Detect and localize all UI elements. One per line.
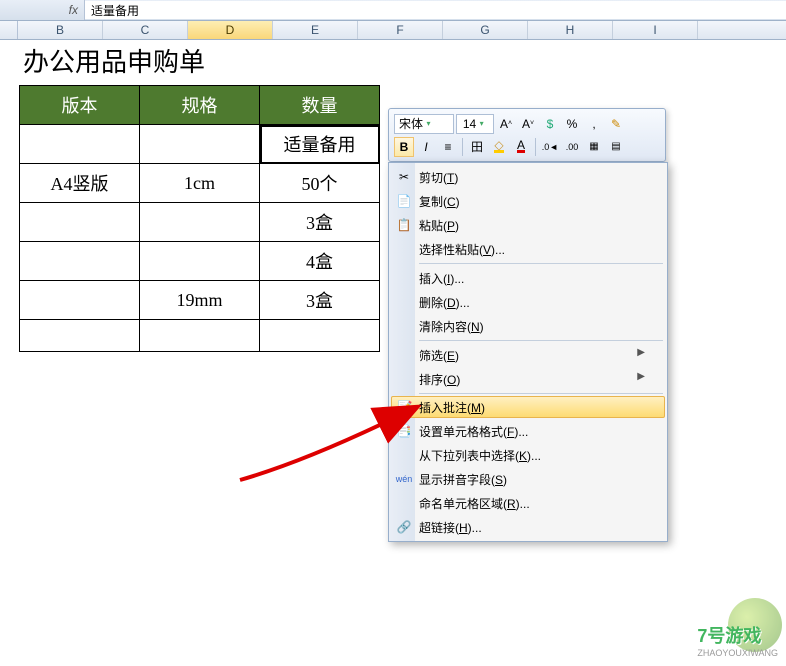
cell[interactable]: 4盒: [260, 242, 380, 281]
cell[interactable]: 3盒: [260, 203, 380, 242]
menu-插入[interactable]: 插入(I)...: [391, 266, 665, 290]
cell[interactable]: [20, 281, 140, 320]
blank-icon: [395, 494, 413, 512]
format-icon[interactable]: ▤: [606, 137, 626, 157]
worksheet-content: 办公用品申购单 版本 规格 数量 适量备用A4竖版1cm50个3盒4盒19mm3…: [19, 34, 380, 352]
menu-清除内容[interactable]: 清除内容(N): [391, 314, 665, 338]
blank-icon: [395, 317, 413, 335]
merge-icon[interactable]: ▦: [584, 137, 604, 157]
📝-icon: 📝: [396, 398, 414, 416]
📋-icon: 📋: [395, 216, 413, 234]
format-painter-icon[interactable]: ✎: [606, 114, 626, 134]
fill-color-icon[interactable]: ◇: [489, 137, 509, 157]
menu-复制[interactable]: 📄复制(C): [391, 189, 665, 213]
menu-命名单元格区域[interactable]: 命名单元格区域(R)...: [391, 491, 665, 515]
accounting-format-icon[interactable]: $: [540, 114, 560, 134]
comma-format-icon[interactable]: ,: [584, 114, 604, 134]
font-family-combo[interactable]: 宋体▾: [394, 114, 454, 134]
cell[interactable]: 3盒: [260, 281, 380, 320]
header-qty[interactable]: 数量: [260, 86, 380, 125]
border-icon[interactable]: 田: [467, 137, 487, 157]
shrink-font-icon[interactable]: A˅: [518, 114, 538, 134]
col-header-H[interactable]: H: [528, 21, 613, 39]
formula-bar: fx: [0, 0, 786, 21]
context-menu: ✂剪切(T)📄复制(C)📋粘贴(P)选择性粘贴(V)... 插入(I)...删除(…: [388, 162, 668, 542]
mini-toolbar: 宋体▾ 14▾ A˄ A˅ $ % , ✎ B I ≡ 田 ◇ A .0◄ .0…: [388, 108, 666, 162]
font-color-icon[interactable]: A: [511, 137, 531, 157]
grow-font-icon[interactable]: A˄: [496, 114, 516, 134]
menu-删除[interactable]: 删除(D)...: [391, 290, 665, 314]
menu-超链接[interactable]: 🔗超链接(H)...: [391, 515, 665, 539]
increase-decimal-icon[interactable]: .00: [562, 137, 582, 157]
cell[interactable]: [20, 320, 140, 352]
header-spec[interactable]: 规格: [140, 86, 260, 125]
menu-粘贴[interactable]: 📋粘贴(P): [391, 213, 665, 237]
cell[interactable]: 19mm: [140, 281, 260, 320]
cell[interactable]: [140, 320, 260, 352]
align-center-icon[interactable]: ≡: [438, 137, 458, 157]
cell[interactable]: [140, 203, 260, 242]
header-version[interactable]: 版本: [20, 86, 140, 125]
menu-剪切[interactable]: ✂剪切(T): [391, 165, 665, 189]
cell[interactable]: A4竖版: [20, 164, 140, 203]
col-header-I[interactable]: I: [613, 21, 698, 39]
blank-icon: [395, 240, 413, 258]
col-header-G[interactable]: G: [443, 21, 528, 39]
cell[interactable]: [20, 125, 140, 164]
menu-筛选[interactable]: 筛选(E)▶: [391, 343, 665, 367]
font-size-combo[interactable]: 14▾: [456, 114, 494, 134]
cell[interactable]: 适量备用: [260, 125, 380, 164]
cell[interactable]: 50个: [260, 164, 380, 203]
sheet-title: 办公用品申购单: [19, 34, 380, 85]
blank-icon: [395, 370, 413, 388]
cell[interactable]: [260, 320, 380, 352]
menu-排序[interactable]: 排序(O)▶: [391, 367, 665, 391]
fx-label[interactable]: fx: [0, 0, 85, 20]
cell[interactable]: [140, 242, 260, 281]
select-all-corner[interactable]: [0, 21, 18, 39]
📄-icon: 📄: [395, 192, 413, 210]
blank-icon: [395, 269, 413, 287]
📑-icon: 📑: [395, 422, 413, 440]
wén-icon: wén: [395, 470, 413, 488]
watermark: 7号游戏 ZHAOYOUXIWANG: [697, 622, 778, 658]
menu-从下拉列表中选择[interactable]: 从下拉列表中选择(K)...: [391, 443, 665, 467]
blank-icon: [395, 293, 413, 311]
cell[interactable]: [20, 203, 140, 242]
menu-选择性粘贴[interactable]: 选择性粘贴(V)...: [391, 237, 665, 261]
cell[interactable]: [140, 125, 260, 164]
submenu-arrow-icon: ▶: [637, 371, 645, 388]
menu-显示拼音字段[interactable]: wén显示拼音字段(S): [391, 467, 665, 491]
cell[interactable]: 1cm: [140, 164, 260, 203]
decrease-decimal-icon[interactable]: .0◄: [540, 137, 560, 157]
cell[interactable]: [20, 242, 140, 281]
menu-插入批注[interactable]: 📝插入批注(M): [391, 396, 665, 418]
italic-button[interactable]: I: [416, 137, 436, 157]
formula-input[interactable]: [85, 1, 786, 19]
🔗-icon: 🔗: [395, 518, 413, 536]
data-table: 版本 规格 数量 适量备用A4竖版1cm50个3盒4盒19mm3盒: [19, 85, 380, 352]
percent-format-icon[interactable]: %: [562, 114, 582, 134]
blank-icon: [395, 346, 413, 364]
submenu-arrow-icon: ▶: [637, 347, 645, 364]
blank-icon: [395, 446, 413, 464]
✂-icon: ✂: [395, 168, 413, 186]
bold-button[interactable]: B: [394, 137, 414, 157]
menu-设置单元格格式[interactable]: 📑设置单元格格式(F)...: [391, 419, 665, 443]
